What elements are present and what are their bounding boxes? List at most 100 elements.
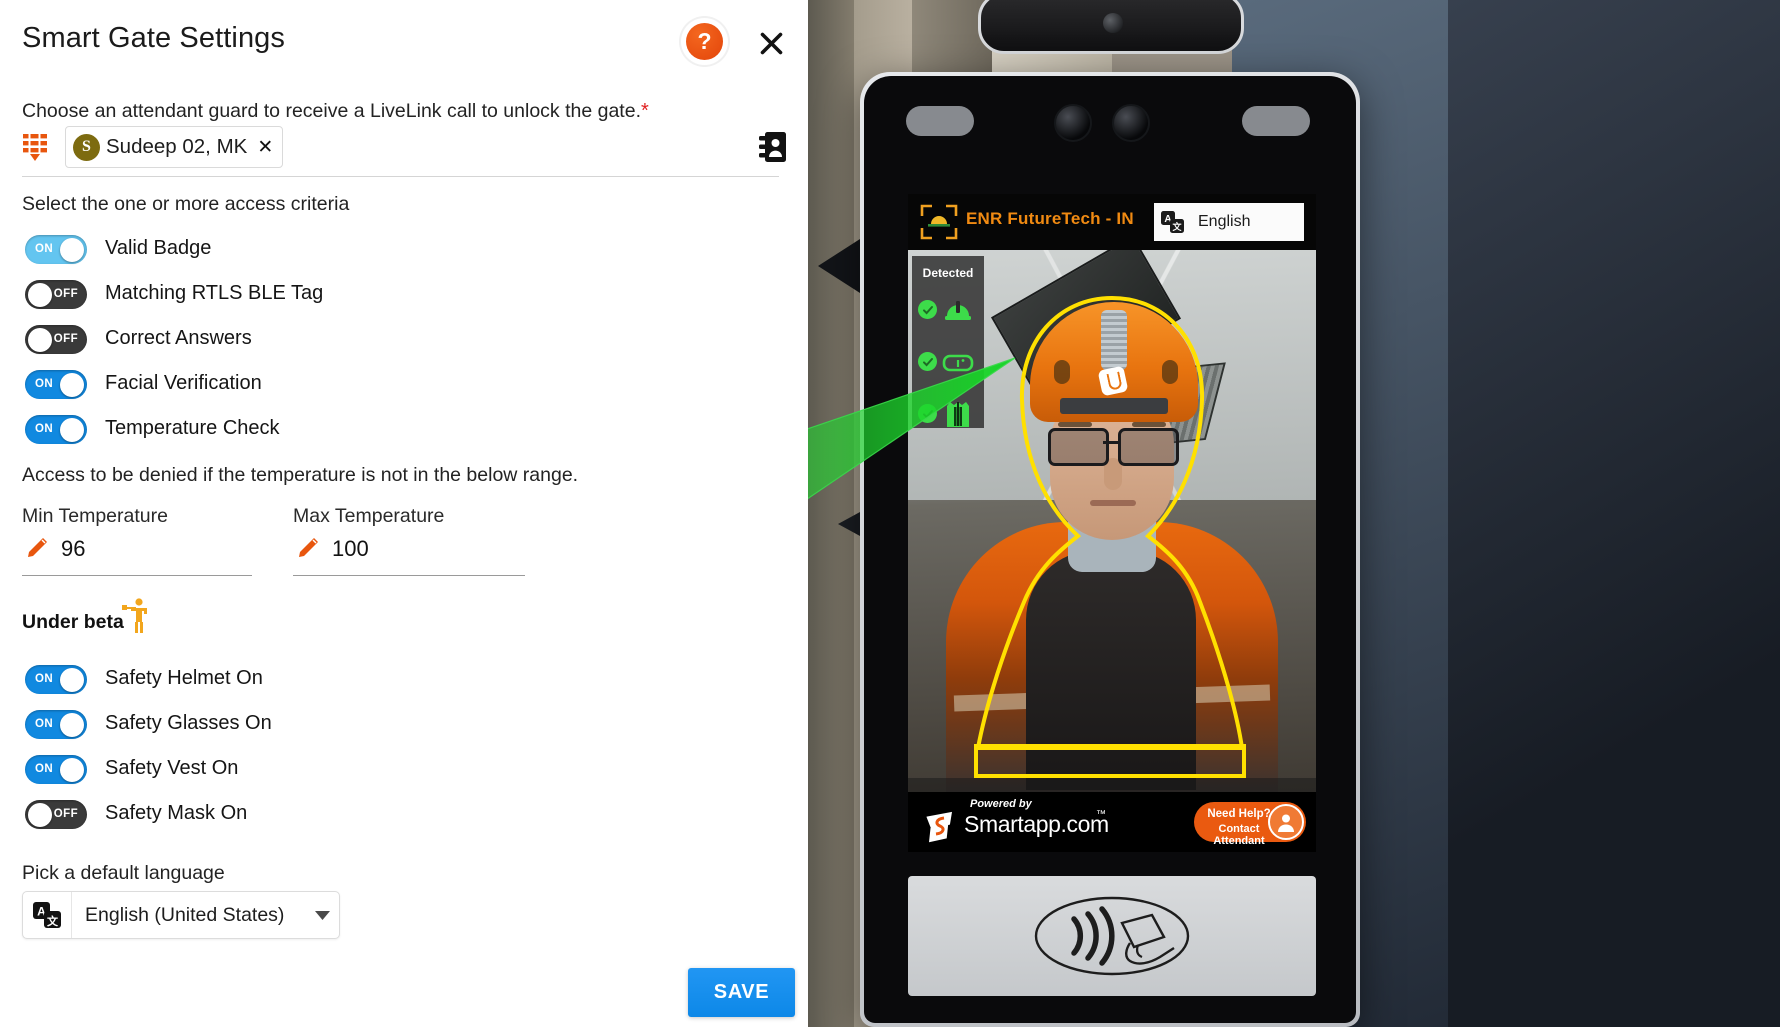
chevron-down-icon [305, 910, 339, 920]
camera-lens-icon [1103, 13, 1123, 33]
field-underline [22, 176, 779, 177]
toggle-safety-mask-on[interactable]: OFF [25, 800, 87, 829]
nfc-card-reader[interactable] [908, 876, 1316, 996]
safety-glasses-icon [942, 346, 974, 378]
beta-label-safety-glasses: Safety Glasses On [105, 712, 272, 734]
language-selected-value: English (United States) [85, 903, 285, 926]
safety-vest-icon [942, 398, 974, 430]
criteria-row-facial-verification: ON Facial Verification [25, 370, 262, 399]
terminal-bezel: ENR FutureTech - IN A 文 English Detected… [864, 76, 1356, 1023]
beta-row-safety-mask: OFF Safety Mask On [25, 800, 247, 829]
criteria-label-correct-answers: Correct Answers [105, 327, 252, 349]
language-select[interactable]: A 文 English (United States) [22, 891, 340, 939]
need-help-line-1: Need Help? [1207, 808, 1271, 820]
toggle-safety-vest-on[interactable]: ON [25, 755, 87, 784]
toggle-valid-badge[interactable]: ON [25, 235, 87, 264]
org-logo-icon [920, 204, 958, 240]
remove-guard-icon[interactable]: ✕ [257, 138, 273, 157]
overhead-camera-bar [978, 0, 1244, 54]
screen-language-label: English [1198, 213, 1251, 230]
max-temperature-value[interactable]: 100 [332, 536, 369, 562]
min-temperature-field: Min Temperature 96 [22, 505, 252, 580]
ppe-detected-panel: Detected [912, 256, 984, 428]
help-glyph: ? [686, 23, 723, 60]
screen-footer: Powered by Smartapp.com ™ Need Help? Con… [908, 792, 1316, 852]
toggle-temperature-check[interactable]: ON [25, 415, 87, 444]
toggle-state-label: OFF [53, 808, 78, 820]
toggle-knob [60, 237, 84, 262]
toggle-safety-helmet-on[interactable]: ON [25, 665, 87, 694]
toggle-knob [28, 327, 52, 352]
language-label: Pick a default language [22, 862, 225, 884]
beta-row-safety-helmet: ON Safety Helmet On [25, 665, 263, 694]
toggle-safety-glasses-on[interactable]: ON [25, 710, 87, 739]
terminal-screen: ENR FutureTech - IN A 文 English Detected… [908, 194, 1316, 852]
screen-language-chip[interactable]: A 文 English [1154, 203, 1304, 241]
toggle-facial-verification[interactable]: ON [25, 370, 87, 399]
beta-section-label: Under beta [22, 611, 124, 633]
list-icon[interactable] [22, 133, 48, 162]
need-help-button[interactable]: Need Help? Contact Attendant [1194, 802, 1306, 847]
criteria-label: Select the one or more access criteria [22, 193, 350, 215]
max-temperature-field: Max Temperature 100 [293, 505, 525, 580]
criteria-label-facial-verification: Facial Verification [105, 372, 262, 394]
guard-picker-row: S Sudeep 02, MK ✕ [22, 126, 786, 169]
brand-name: Smartapp.com [964, 811, 1109, 837]
ppe-detected-vest [912, 396, 984, 436]
toggle-state-label: ON [35, 718, 54, 730]
helmet-icon [942, 294, 974, 326]
toggle-knob [28, 802, 52, 827]
field-underline [22, 575, 252, 576]
toggle-knob [60, 757, 84, 782]
contactless-card-icon [1034, 896, 1190, 976]
ir-emitter-icon [1242, 106, 1310, 136]
avatar: S [73, 133, 100, 161]
attendant-avatar-icon [1268, 804, 1304, 840]
beta-row-safety-glasses: ON Safety Glasses On [25, 710, 272, 739]
translate-icon: A 文 [1154, 211, 1192, 233]
guard-chip-name: Sudeep 02, MK [106, 135, 248, 158]
screen-camera-view: Detected [908, 250, 1316, 792]
max-temperature-label: Max Temperature [293, 505, 445, 527]
toggle-state-label: ON [35, 378, 54, 390]
toggle-correct-answers[interactable]: OFF [25, 325, 87, 354]
beta-row-safety-vest: ON Safety Vest On [25, 755, 238, 784]
smart-gate-terminal: ENR FutureTech - IN A 文 English Detected… [860, 72, 1360, 1027]
criteria-row-correct-answers: OFF Correct Answers [25, 325, 252, 354]
background-right [1448, 0, 1780, 1027]
toggle-matching-rtls-ble-tag[interactable]: OFF [25, 280, 87, 309]
page-title: Smart Gate Settings [22, 22, 286, 54]
criteria-label-rtls-ble: Matching RTLS BLE Tag [105, 282, 324, 304]
toggle-knob [28, 282, 52, 307]
camera-lens-icon [1112, 104, 1150, 142]
criteria-row-valid-badge: ON Valid Badge [25, 235, 211, 264]
min-temperature-label: Min Temperature [22, 505, 168, 527]
toggle-knob [60, 667, 84, 692]
svg-text:文: 文 [1171, 221, 1182, 232]
close-icon[interactable] [750, 22, 792, 64]
edit-pencil-icon [23, 536, 49, 562]
guard-picker-label-text: Choose an attendant guard to receive a L… [22, 100, 641, 122]
screen-org-name: ENR FutureTech - IN [966, 209, 1134, 228]
screen-status-bar: All PPE is now detected Please swipe car… [908, 778, 1316, 792]
save-button[interactable]: SAVE [688, 968, 795, 1017]
ppe-detected-helmet [912, 292, 984, 332]
toggle-knob [60, 417, 84, 442]
guard-chip[interactable]: S Sudeep 02, MK ✕ [65, 126, 284, 168]
help-icon[interactable]: ? [681, 18, 728, 65]
ppe-detected-glasses [912, 344, 984, 384]
svg-text:文: 文 [47, 914, 59, 928]
smartapp-logo-icon [922, 810, 958, 844]
powered-by-label: Powered by [970, 798, 1032, 810]
toggle-state-label: ON [35, 243, 54, 255]
translate-icon: A 文 [23, 892, 72, 938]
construction-worker-icon [122, 597, 152, 633]
contact-book-icon[interactable] [759, 131, 787, 163]
criteria-row-rtls-ble: OFF Matching RTLS BLE Tag [25, 280, 323, 309]
min-temperature-value[interactable]: 96 [61, 536, 85, 562]
smart-gate-settings-dialog: Smart Gate Settings ? Choose an attendan… [0, 0, 808, 1027]
criteria-label-valid-badge: Valid Badge [105, 237, 212, 259]
toggle-state-label: ON [35, 673, 54, 685]
screen-header: ENR FutureTech - IN A 文 English [908, 194, 1316, 250]
camera-lens-icon [1054, 104, 1092, 142]
